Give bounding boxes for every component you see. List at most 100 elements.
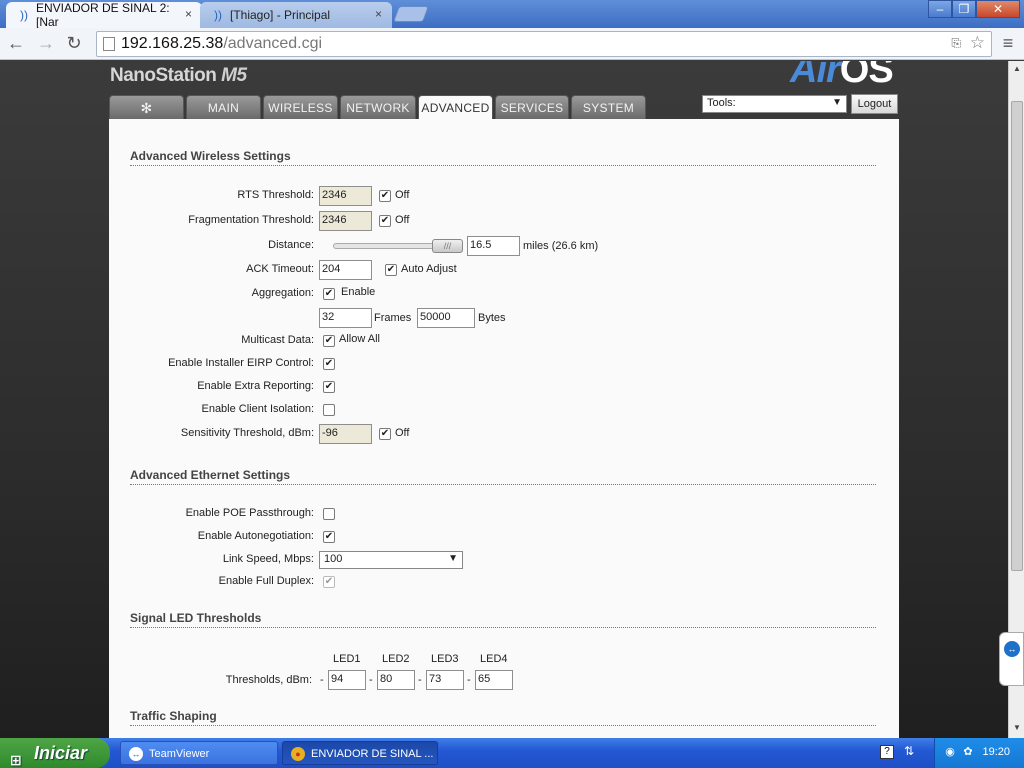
led2-header: LED2 [382,653,410,665]
restore-button[interactable]: ❐ [952,0,976,18]
frag-off-label: Off [395,214,410,226]
distance-slider-handle[interactable]: /// [432,239,463,253]
led1-header: LED1 [333,653,361,665]
distance-unit: miles (26.6 km) [523,240,599,252]
tray-icon-2[interactable]: ✿ [961,745,975,759]
reload-button[interactable]: ↻ [62,32,86,54]
led3-input[interactable]: 73 [426,670,464,690]
eirp-checkbox[interactable]: ✔ [323,358,335,370]
forward-button[interactable]: → [34,32,58,54]
section-title-wireless: Advanced Wireless Settings [130,149,876,166]
frag-label: Fragmentation Threshold: [188,214,314,226]
sensitivity-off-checkbox[interactable]: ✔ [379,428,391,440]
tab-ubnt-logo[interactable]: ✻ [109,95,184,119]
ack-input[interactable]: 204 [319,260,372,280]
start-button[interactable]: ⊞ Iniciar [0,738,110,768]
address-bar[interactable]: 192.168.25.38/advanced.cgi ⎘ ☆ [96,31,992,57]
page-icon [103,37,115,51]
client-isolation-checkbox[interactable] [323,404,335,416]
sensitivity-off-label: Off [395,427,410,439]
logo-os: OS [839,61,894,91]
rts-input[interactable]: 2346 [319,186,372,206]
frames-input[interactable]: 32 [319,308,372,328]
clock: 19:20 [982,746,1010,758]
back-button[interactable]: ← [4,32,28,54]
browser-tab[interactable]: )) [Thiago] - Principal × [200,2,392,28]
brand-model: M5 [221,65,247,86]
led4-input[interactable]: 65 [475,670,513,690]
close-window-button[interactable]: ✕ [976,0,1020,18]
frag-input[interactable]: 2346 [319,211,372,231]
autoneg-checkbox[interactable]: ✔ [323,531,335,543]
taskbar: ⊞ Iniciar ↔ TeamViewer ● ENVIADOR DE SINA… [0,738,1024,768]
multicast-checkbox[interactable]: ✔ [323,335,335,347]
link-speed-value: 100 [324,553,343,565]
teamviewer-side-panel[interactable]: ↔ [999,632,1024,686]
tools-select[interactable]: Tools: ▼ [702,95,847,113]
chrome-icon: ● [291,747,305,761]
link-speed-label: Link Speed, Mbps: [222,553,314,565]
distance-label: Distance: [268,239,314,251]
wifi-icon: )) [214,8,222,22]
tray-icon-1[interactable]: ◉ [943,745,957,759]
tab-close-icon[interactable]: × [375,7,382,21]
led1-input[interactable]: 94 [328,670,366,690]
tab-system[interactable]: SYSTEM [571,95,646,119]
reload-icon: ↻ [66,33,82,53]
full-duplex-label: Enable Full Duplex: [218,575,314,587]
taskbar-item-chrome[interactable]: ● ENVIADOR DE SINAL ... [282,741,438,765]
brand-logo: NanoStation M5 [110,65,247,87]
bytes-label: Bytes [478,312,506,324]
sensitivity-input[interactable]: -96 [319,424,372,444]
browser-tab-active[interactable]: )) ENVIADOR DE SINAL 2: [Nar × [6,1,202,29]
new-tab-button[interactable] [393,6,429,22]
arrow-left-icon: ← [7,33,25,53]
led3-header: LED3 [431,653,459,665]
rts-off-label: Off [395,189,410,201]
network-icon[interactable]: ⇅ [904,744,914,758]
page-content: NanoStation M5 AirOS ✻ MAIN WIRELESS NET… [0,61,1008,738]
multicast-allow-label: Allow All [339,333,380,345]
sensitivity-label: Sensitivity Threshold, dBm: [180,427,314,439]
teamviewer-icon: ↔ [1004,641,1020,657]
windows-flag-icon: ⊞ [10,752,22,768]
logout-button[interactable]: Logout [851,94,898,114]
aggregation-checkbox[interactable]: ✔ [323,288,335,300]
poe-label: Enable POE Passthrough: [185,507,314,519]
client-isolation-label: Enable Client Isolation: [201,403,314,415]
multicast-label: Multicast Data: [241,334,314,346]
link-speed-select[interactable]: 100 ▼ [319,551,463,569]
taskbar-item-teamviewer[interactable]: ↔ TeamViewer [120,741,278,765]
tab-main[interactable]: MAIN [186,95,261,119]
ack-auto-checkbox[interactable]: ✔ [385,264,397,276]
tab-close-icon[interactable]: × [185,7,192,21]
star-icon[interactable]: ☆ [970,33,985,53]
arrow-right-icon: → [37,33,55,53]
minimize-button[interactable]: – [928,0,952,18]
tab-wireless[interactable]: WIRELESS [263,95,338,119]
scroll-up-icon[interactable]: ▲ [1013,64,1021,73]
ack-auto-label: Auto Adjust [401,263,457,275]
tab-network[interactable]: NETWORK [340,95,416,119]
full-duplex-checkbox: ✔ [323,576,335,588]
help-icon[interactable]: ? [880,745,894,759]
ack-label: ACK Timeout: [246,263,314,275]
extra-reporting-checkbox[interactable]: ✔ [323,381,335,393]
bytes-input[interactable]: 50000 [417,308,475,328]
scrollbar-thumb[interactable] [1011,101,1023,571]
rts-label: RTS Threshold: [237,189,314,201]
tab-services[interactable]: SERVICES [495,95,569,119]
poe-checkbox[interactable] [323,508,335,520]
led2-input[interactable]: 80 [377,670,415,690]
rts-off-checkbox[interactable]: ✔ [379,190,391,202]
teamviewer-icon: ↔ [129,747,143,761]
task-label: ENVIADOR DE SINAL ... [311,748,434,760]
translate-icon[interactable]: ⎘ [951,36,961,51]
tab-advanced[interactable]: ADVANCED [418,95,493,120]
frag-off-checkbox[interactable]: ✔ [379,215,391,227]
distance-input[interactable]: 16.5 [467,236,520,256]
scroll-down-icon[interactable]: ▼ [1013,723,1021,732]
led1-dash: - [320,674,324,686]
menu-button[interactable]: ≡ [996,32,1020,54]
system-tray: ◉ ✿ 19:20 [934,738,1024,768]
